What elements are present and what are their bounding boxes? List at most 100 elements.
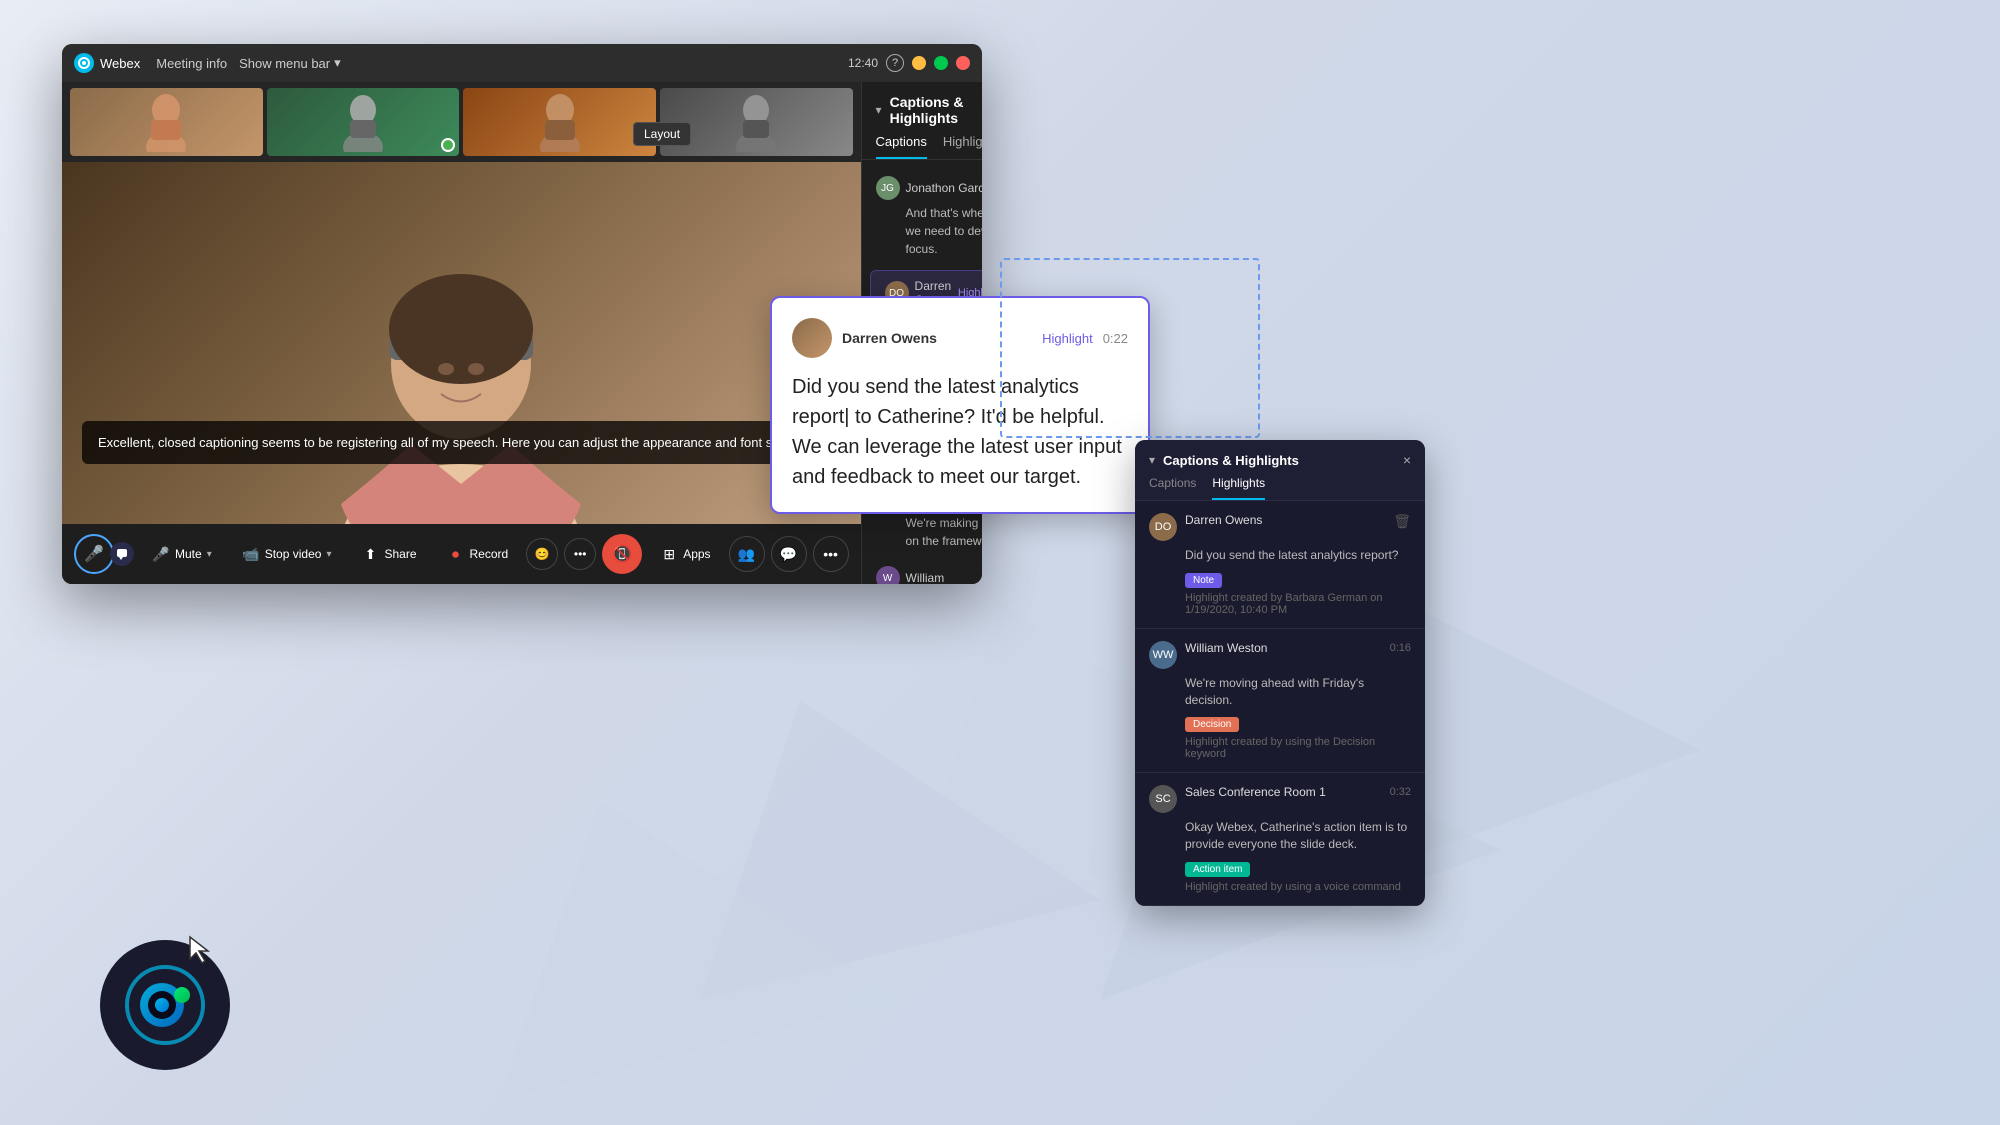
minimize-button[interactable] <box>912 56 926 70</box>
end-call-container: 📵 <box>602 534 642 574</box>
caption-text: Excellent, closed captioning seems to be… <box>98 433 801 453</box>
mute-button[interactable]: 🎤 Mute ▾ <box>140 539 224 569</box>
fh-header: Darren Owens Highlight 0:22 <box>792 318 1128 358</box>
thumbnails-bar <box>62 82 861 162</box>
avatar-jonathon: JG <box>876 176 900 200</box>
video-icon: 📹 <box>242 545 260 563</box>
mic-control: 🎤 <box>74 534 134 574</box>
thumbnail-3[interactable] <box>463 88 656 156</box>
logo-circle <box>100 940 230 1070</box>
rp-avatar-3: SC <box>1149 785 1177 813</box>
webex-logo-icon <box>74 53 94 73</box>
rp-item-3: SC Sales Conference Room 1 0:32 Okay Web… <box>1135 773 1425 906</box>
video-arrow-icon: ▾ <box>326 549 331 560</box>
rp-item-3-tag-row: Action item <box>1185 859 1411 877</box>
close-button[interactable] <box>956 56 970 70</box>
rp-item-2: WW William Weston 0:16 We're moving ahea… <box>1135 629 1425 774</box>
app-title: Webex <box>100 56 140 71</box>
thumbnail-1[interactable] <box>70 88 263 156</box>
rp-tab-highlights[interactable]: Highlights <box>1212 476 1265 500</box>
share-button[interactable]: ⬆ Share <box>349 539 428 569</box>
meeting-time: 12:40 <box>848 56 878 70</box>
rp-item-2-info: William Weston 0:16 <box>1185 641 1411 655</box>
record-icon: ⏺ <box>447 545 465 563</box>
rp-item-3-meta: Highlight created by using a voice comma… <box>1185 881 1411 893</box>
video-area: Excellent, closed captioning seems to be… <box>62 82 861 584</box>
main-video: Excellent, closed captioning seems to be… <box>62 162 861 524</box>
rp-delete-1[interactable]: 🗑 <box>1393 513 1411 530</box>
rp-item-1-meta: Highlight created by Barbara German on 1… <box>1185 592 1411 616</box>
webex-logo-corner <box>100 940 230 1070</box>
tab-highlights[interactable]: Highlights <box>943 134 982 159</box>
fh-time: 0:22 <box>1103 331 1128 346</box>
rp-avatar-2: WW <box>1149 641 1177 669</box>
thumbnail-2[interactable] <box>267 88 460 156</box>
rp-item-1-info: Darren Owens <box>1185 513 1385 527</box>
mute-icon: 🎤 <box>152 545 170 563</box>
overflow-button[interactable]: ••• <box>813 536 849 572</box>
floating-highlight-card: Darren Owens Highlight 0:22 Did you send… <box>770 296 1150 514</box>
tag-decision-2: Decision <box>1185 717 1239 732</box>
meeting-info-link[interactable]: Meeting info <box>156 56 227 71</box>
chat-bubble-button[interactable] <box>110 542 134 566</box>
rp-item-2-name-row: William Weston 0:16 <box>1185 641 1411 655</box>
apps-button[interactable]: ⊞ Apps <box>648 539 722 569</box>
apps-icon: ⊞ <box>660 545 678 563</box>
record-button[interactable]: ⏺ Record <box>435 539 521 569</box>
rp-item-3-name: Sales Conference Room 1 <box>1185 785 1326 799</box>
chat-button[interactable]: 💬 <box>771 536 807 572</box>
rp-close-icon[interactable]: × <box>1403 452 1411 468</box>
rp-collapse-icon[interactable]: ▾ <box>1149 453 1155 467</box>
caption-name-1: Jonathon Garcia <box>906 181 982 195</box>
help-icon[interactable]: ? <box>886 54 904 72</box>
show-menu-bar[interactable]: Show menu bar ▾ <box>239 55 341 71</box>
share-icon: ⬆ <box>361 545 379 563</box>
people-button[interactable]: 👥 <box>729 536 765 572</box>
title-bar: Webex Meeting info Show menu bar ▾ 12:40… <box>62 44 982 82</box>
rp-title: Captions & Highlights <box>1163 453 1395 468</box>
caption-item-1: JG Jonathon Garcia 0:12 And that's where… <box>862 168 982 266</box>
end-call-button[interactable]: 📵 <box>602 534 642 574</box>
stop-video-button[interactable]: 📹 Stop video ▾ <box>230 539 344 569</box>
rp-item-2-tag-row: Decision <box>1185 714 1411 732</box>
mic-button[interactable]: 🎤 <box>74 534 114 574</box>
panel-title: Captions & Highlights <box>890 94 982 126</box>
maximize-button[interactable] <box>934 56 948 70</box>
fh-highlight-tag: Highlight <box>1042 331 1093 346</box>
controls-bar: 🎤 🎤 Mute ▾ 📹 Stop video ▾ ⬆ <box>62 524 861 584</box>
rp-item-2-text: We're moving ahead with Friday's decisio… <box>1185 675 1411 709</box>
panel-collapse-icon[interactable]: ▾ <box>876 103 882 117</box>
controls-right: ⊞ Apps 👥 💬 ••• <box>648 536 848 572</box>
chevron-down-icon: ▾ <box>334 55 341 71</box>
title-bar-nav: Meeting info Show menu bar ▾ <box>156 55 340 71</box>
end-call-icon: 📵 <box>612 544 632 564</box>
more-button[interactable]: ••• <box>564 538 596 570</box>
layout-button[interactable]: Layout <box>633 122 691 146</box>
fh-name: Darren Owens <box>842 330 1032 346</box>
rp-item-3-header: SC Sales Conference Room 1 0:32 <box>1149 785 1411 813</box>
reactions-button[interactable]: 😊 <box>526 538 558 570</box>
rp-item-3-info: Sales Conference Room 1 0:32 <box>1185 785 1411 799</box>
rp-item-3-text: Okay Webex, Catherine's action item is t… <box>1185 819 1411 853</box>
tag-note-1: Note <box>1185 573 1222 588</box>
caption-item-4: W William Excellent point about the fram… <box>862 558 982 584</box>
fh-text: Did you send the latest analytics report… <box>792 372 1128 492</box>
rp-item-2-header: WW William Weston 0:16 <box>1149 641 1411 669</box>
caption-name-4: William <box>906 571 982 584</box>
tab-captions[interactable]: Captions <box>876 134 927 159</box>
window-controls <box>912 56 970 70</box>
rp-item-1: DO Darren Owens 🗑 Did you send the lates… <box>1135 501 1425 629</box>
rp-content: DO Darren Owens 🗑 Did you send the lates… <box>1135 501 1425 906</box>
rp-tabs: Captions Highlights <box>1135 476 1425 501</box>
mute-arrow-icon: ▾ <box>207 549 212 560</box>
right-panel: ▾ Captions & Highlights × Captions Highl… <box>1135 440 1425 906</box>
rp-item-2-time: 0:16 <box>1390 642 1411 654</box>
rp-item-3-name-row: Sales Conference Room 1 0:32 <box>1185 785 1411 799</box>
closed-caption-box: Excellent, closed captioning seems to be… <box>82 421 841 465</box>
rp-header: ▾ Captions & Highlights × <box>1135 440 1425 476</box>
rp-item-1-name: Darren Owens <box>1185 513 1385 527</box>
rp-item-2-name: William Weston <box>1185 641 1267 655</box>
rp-item-1-tag-row: Note <box>1185 570 1411 588</box>
rp-tab-captions[interactable]: Captions <box>1149 476 1196 500</box>
rp-item-1-text: Did you send the latest analytics report… <box>1185 547 1411 564</box>
